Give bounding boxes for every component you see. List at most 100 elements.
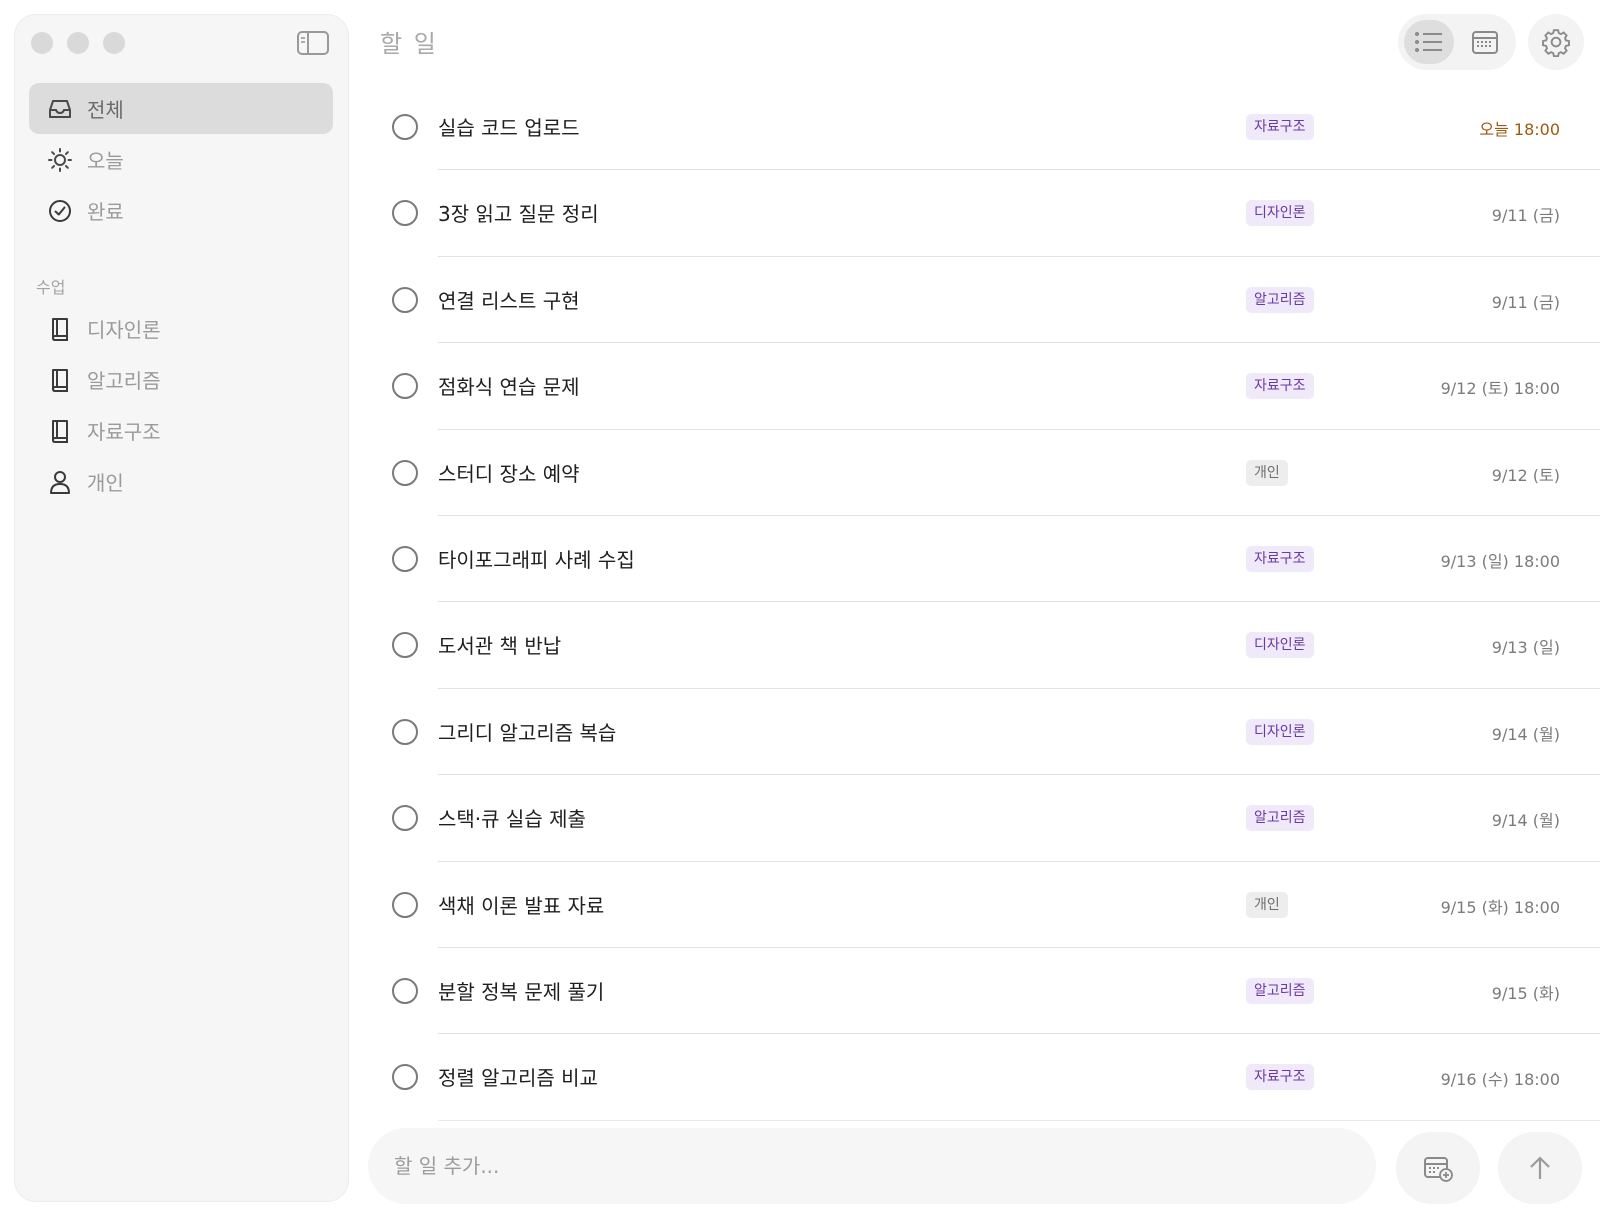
- task-row[interactable]: 스터디 장소 예약 개인 9/12 (토): [380, 430, 1600, 516]
- sidebar-item-label: 전체: [87, 98, 124, 122]
- task-due-date: 9/16 (수) 18:00: [1440, 1070, 1560, 1090]
- book-icon: [47, 316, 73, 342]
- sidebar: 전체 오늘 완료 수업 디자인론 알고리즘 자료구조 개인: [14, 14, 349, 1202]
- task-checkbox[interactable]: [392, 632, 418, 659]
- task-due-date: 9/15 (화): [1491, 983, 1560, 1003]
- task-due-date: 9/14 (월): [1491, 811, 1560, 831]
- sidebar-item-label: 알고리즘: [87, 369, 161, 393]
- task-checkbox[interactable]: [392, 977, 418, 1004]
- calendar-view-button[interactable]: [1460, 20, 1510, 64]
- sidebar-item-label: 디자인론: [87, 318, 161, 342]
- task-title: 실습 코드 업로드: [438, 116, 580, 140]
- task-due-date: 9/13 (일): [1491, 638, 1560, 658]
- task-due-date: 9/14 (월): [1491, 724, 1560, 744]
- page-title: 할 일: [380, 30, 438, 58]
- task-title: 점화식 연습 문제: [438, 375, 580, 400]
- task-checkbox[interactable]: [392, 891, 418, 918]
- task-row[interactable]: 3장 읽고 질문 정리 디자인론 9/11 (금): [380, 170, 1600, 257]
- task-row[interactable]: 연결 리스트 구현 알고리즘 9/11 (금): [380, 257, 1600, 344]
- zoom-window-button[interactable]: [103, 32, 125, 54]
- task-due-date: 9/11 (금): [1491, 206, 1560, 226]
- task-row[interactable]: 타이포그래피 사례 수집 자료구조 9/13 (일) 18:00: [380, 516, 1600, 603]
- minimize-window-button[interactable]: [67, 32, 89, 54]
- check-circle-icon: [47, 198, 73, 224]
- task-row[interactable]: 도서관 책 반납 디자인론 9/13 (일): [380, 602, 1600, 689]
- inbox-icon: [47, 96, 73, 122]
- task-title: 연결 리스트 구현: [438, 288, 580, 313]
- sidebar-item-personal[interactable]: 개인: [29, 456, 333, 507]
- task-row[interactable]: 점화식 연습 문제 자료구조 9/12 (토) 18:00: [380, 343, 1600, 430]
- submit-task-button[interactable]: [1498, 1132, 1582, 1204]
- task-title: 도서관 책 반납: [438, 634, 562, 659]
- task-tag[interactable]: 디자인론: [1246, 718, 1314, 745]
- task-row[interactable]: 정렬 알고리즘 비교 자료구조 9/16 (수) 18:00: [380, 1034, 1600, 1121]
- task-tag[interactable]: 알고리즘: [1246, 286, 1314, 313]
- task-title: 스터디 장소 예약: [438, 461, 580, 486]
- task-title: 타이포그래피 사례 수집: [438, 547, 635, 572]
- sun-icon: [47, 147, 73, 173]
- task-row[interactable]: 분할 정복 문제 풀기 알고리즘 9/15 (화): [380, 948, 1600, 1035]
- sidebar-item-data-structure[interactable]: 자료구조: [29, 405, 333, 456]
- task-due-date: 9/12 (토) 18:00: [1440, 379, 1560, 399]
- task-checkbox[interactable]: [392, 200, 418, 227]
- sidebar-item-label: 개인: [87, 471, 124, 495]
- set-due-date-button[interactable]: [1396, 1132, 1480, 1204]
- book-icon: [47, 367, 73, 393]
- task-due-date: 9/15 (화) 18:00: [1440, 897, 1560, 917]
- task-tag[interactable]: 알고리즘: [1246, 805, 1314, 832]
- person-icon: [47, 469, 73, 495]
- sidebar-item-design[interactable]: 디자인론: [29, 303, 333, 354]
- task-tag[interactable]: 개인: [1246, 459, 1288, 486]
- task-due-date: 9/11 (금): [1491, 292, 1560, 312]
- task-checkbox[interactable]: [392, 459, 418, 486]
- window-controls: [31, 32, 125, 54]
- sidebar-toggle-icon[interactable]: [296, 29, 330, 57]
- task-tag[interactable]: 디자인론: [1246, 200, 1314, 227]
- view-switch: [1398, 14, 1516, 70]
- task-row[interactable]: 그리디 알고리즘 복습 디자인론 9/14 (월): [380, 689, 1600, 776]
- task-title: 색채 이론 발표 자료: [438, 893, 605, 918]
- sidebar-item-label: 자료구조: [87, 420, 161, 444]
- list-icon: [1415, 32, 1442, 52]
- task-due-date: 오늘 18:00: [1479, 120, 1560, 139]
- task-tag[interactable]: 자료구조: [1246, 114, 1314, 140]
- task-tag[interactable]: 자료구조: [1246, 545, 1314, 572]
- task-checkbox[interactable]: [392, 545, 418, 572]
- list-view-button[interactable]: [1404, 20, 1454, 64]
- task-row[interactable]: 색채 이론 발표 자료 개인 9/15 (화) 18:00: [380, 862, 1600, 948]
- close-window-button[interactable]: [31, 32, 53, 54]
- task-title: 정렬 알고리즘 비교: [438, 1066, 598, 1091]
- task-title: 3장 읽고 질문 정리: [438, 202, 599, 227]
- task-title: 스택·큐 실습 제출: [438, 807, 586, 832]
- sidebar-item-label: 오늘: [87, 149, 124, 173]
- calendar-icon: [1472, 31, 1498, 54]
- book-icon: [47, 418, 73, 444]
- task-list: 실습 코드 업로드 자료구조 오늘 18:00 3장 읽고 질문 정리 디자인론 9/11…: [380, 84, 1600, 1121]
- task-checkbox[interactable]: [392, 1064, 418, 1091]
- task-row[interactable]: 스택·큐 실습 제출 알고리즘 9/14 (월): [380, 775, 1600, 862]
- task-title: 그리디 알고리즘 복습: [438, 720, 617, 745]
- sidebar-item-done[interactable]: 완료: [29, 185, 333, 236]
- task-checkbox[interactable]: [392, 805, 418, 832]
- class-nav: 디자인론알고리즘자료구조개인: [29, 303, 333, 507]
- task-checkbox[interactable]: [392, 373, 418, 400]
- sidebar-item-algorithm[interactable]: 알고리즘: [29, 354, 333, 405]
- task-due-date: 9/12 (토): [1491, 465, 1560, 485]
- task-tag[interactable]: 개인: [1246, 891, 1288, 918]
- task-checkbox[interactable]: [392, 718, 418, 745]
- main-nav: 전체오늘완료: [29, 83, 333, 236]
- add-task-input[interactable]: [394, 1154, 1294, 1178]
- task-checkbox[interactable]: [392, 114, 418, 140]
- task-title: 분할 정복 문제 풀기: [438, 979, 605, 1004]
- calendar-add-icon: [1424, 1157, 1453, 1182]
- sidebar-item-today[interactable]: 오늘: [29, 134, 333, 185]
- task-checkbox[interactable]: [392, 286, 418, 313]
- task-row[interactable]: 실습 코드 업로드 자료구조 오늘 18:00: [380, 84, 1600, 171]
- sidebar-item-label: 완료: [87, 200, 124, 224]
- sidebar-item-all[interactable]: 전체: [29, 83, 333, 134]
- task-tag[interactable]: 자료구조: [1246, 373, 1314, 400]
- task-tag[interactable]: 자료구조: [1246, 1064, 1314, 1091]
- settings-button[interactable]: [1528, 14, 1584, 70]
- task-tag[interactable]: 디자인론: [1246, 632, 1314, 659]
- task-tag[interactable]: 알고리즘: [1246, 977, 1314, 1004]
